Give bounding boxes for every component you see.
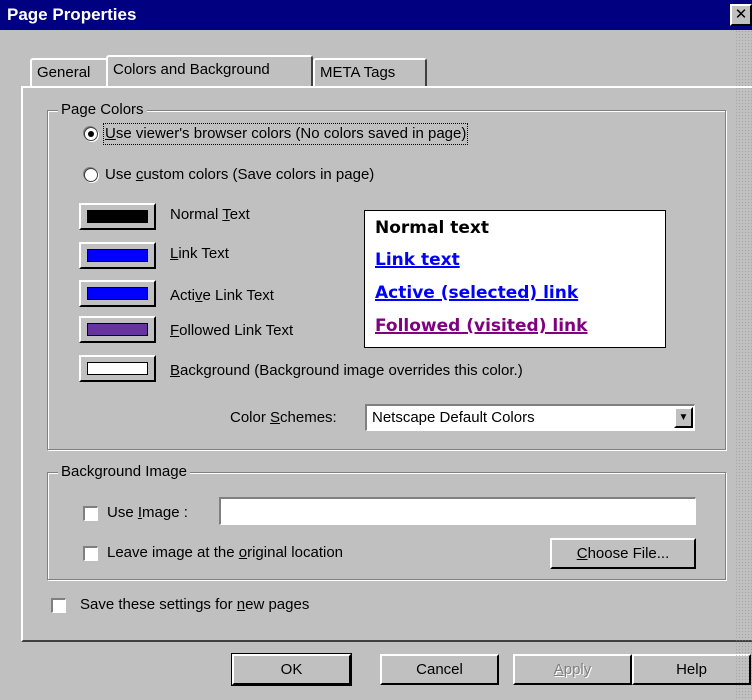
normal-text-color-button[interactable] (79, 203, 156, 230)
color-schemes-dropdown[interactable]: Netscape Default Colors ▼ (365, 404, 695, 431)
close-button[interactable]: ✕ (730, 4, 752, 26)
use-image-checkbox[interactable] (83, 506, 98, 521)
preview-active-link: Active (selected) link (375, 283, 579, 303)
leave-original-label[interactable]: Leave image at the original location (107, 544, 343, 562)
color-preview-box: Normal text Link text Active (selected) … (364, 210, 666, 348)
tab-general[interactable]: General (30, 58, 109, 86)
ok-button[interactable]: OK (232, 654, 351, 685)
title-bar: Page Properties ✕ (0, 0, 752, 30)
radio-custom-colors[interactable] (84, 168, 98, 182)
apply-button[interactable]: Apply (513, 654, 632, 685)
radio-browser-colors-label[interactable]: Use viewer's browser colors (No colors s… (102, 123, 469, 145)
link-text-color-button[interactable] (79, 242, 156, 269)
active-link-color-button[interactable] (79, 280, 156, 307)
close-icon: ✕ (734, 6, 748, 23)
right-edge-dither (735, 30, 752, 700)
link-text-swatch (87, 249, 148, 262)
active-link-label: Active Link Text (170, 287, 274, 304)
tab-meta-tags[interactable]: META Tags (313, 58, 427, 86)
normal-text-label: Normal Text (170, 206, 250, 223)
active-link-swatch (87, 287, 148, 300)
preview-followed-link: Followed (visited) link (375, 316, 588, 336)
cancel-button[interactable]: Cancel (380, 654, 499, 685)
preview-link-text: Link text (375, 250, 460, 270)
page-colors-group-label: Page Colors (58, 101, 147, 119)
help-button[interactable]: Help (632, 654, 751, 685)
save-settings-checkbox[interactable] (51, 598, 66, 613)
radio-custom-colors-label[interactable]: Use custom colors (Save colors in page) (105, 166, 374, 184)
background-color-button[interactable] (79, 355, 156, 382)
followed-link-color-button[interactable] (79, 316, 156, 343)
followed-link-label: Followed Link Text (170, 322, 294, 339)
background-color-label: Background (Background image overrides t… (170, 362, 523, 379)
link-text-label: Link Text (170, 245, 229, 262)
tab-colors-and-background[interactable]: Colors and Background (106, 55, 313, 86)
tab-meta-label: META Tags (320, 64, 396, 81)
background-image-group-label: Background Image (58, 463, 190, 481)
followed-link-swatch (87, 323, 148, 336)
choose-file-button[interactable]: Choose File... (550, 538, 696, 569)
color-schemes-value: Netscape Default Colors (372, 409, 535, 426)
preview-normal-text: Normal text (375, 218, 489, 238)
radio-selected-dot (88, 131, 94, 137)
radio-browser-colors[interactable] (84, 127, 98, 141)
leave-original-checkbox[interactable] (83, 546, 98, 561)
tab-colors-label: Colors and Background (113, 61, 270, 78)
use-image-label[interactable]: Use Image : (107, 504, 188, 522)
tab-general-label: General (37, 64, 91, 81)
image-path-input[interactable] (219, 497, 696, 525)
dropdown-arrow-icon[interactable]: ▼ (674, 407, 693, 428)
window-title: Page Properties (7, 5, 137, 24)
normal-text-swatch (87, 210, 148, 223)
background-swatch (87, 362, 148, 375)
save-settings-label[interactable]: Save these settings for new pages (80, 596, 309, 614)
color-schemes-label: Color Schemes: (230, 409, 337, 426)
